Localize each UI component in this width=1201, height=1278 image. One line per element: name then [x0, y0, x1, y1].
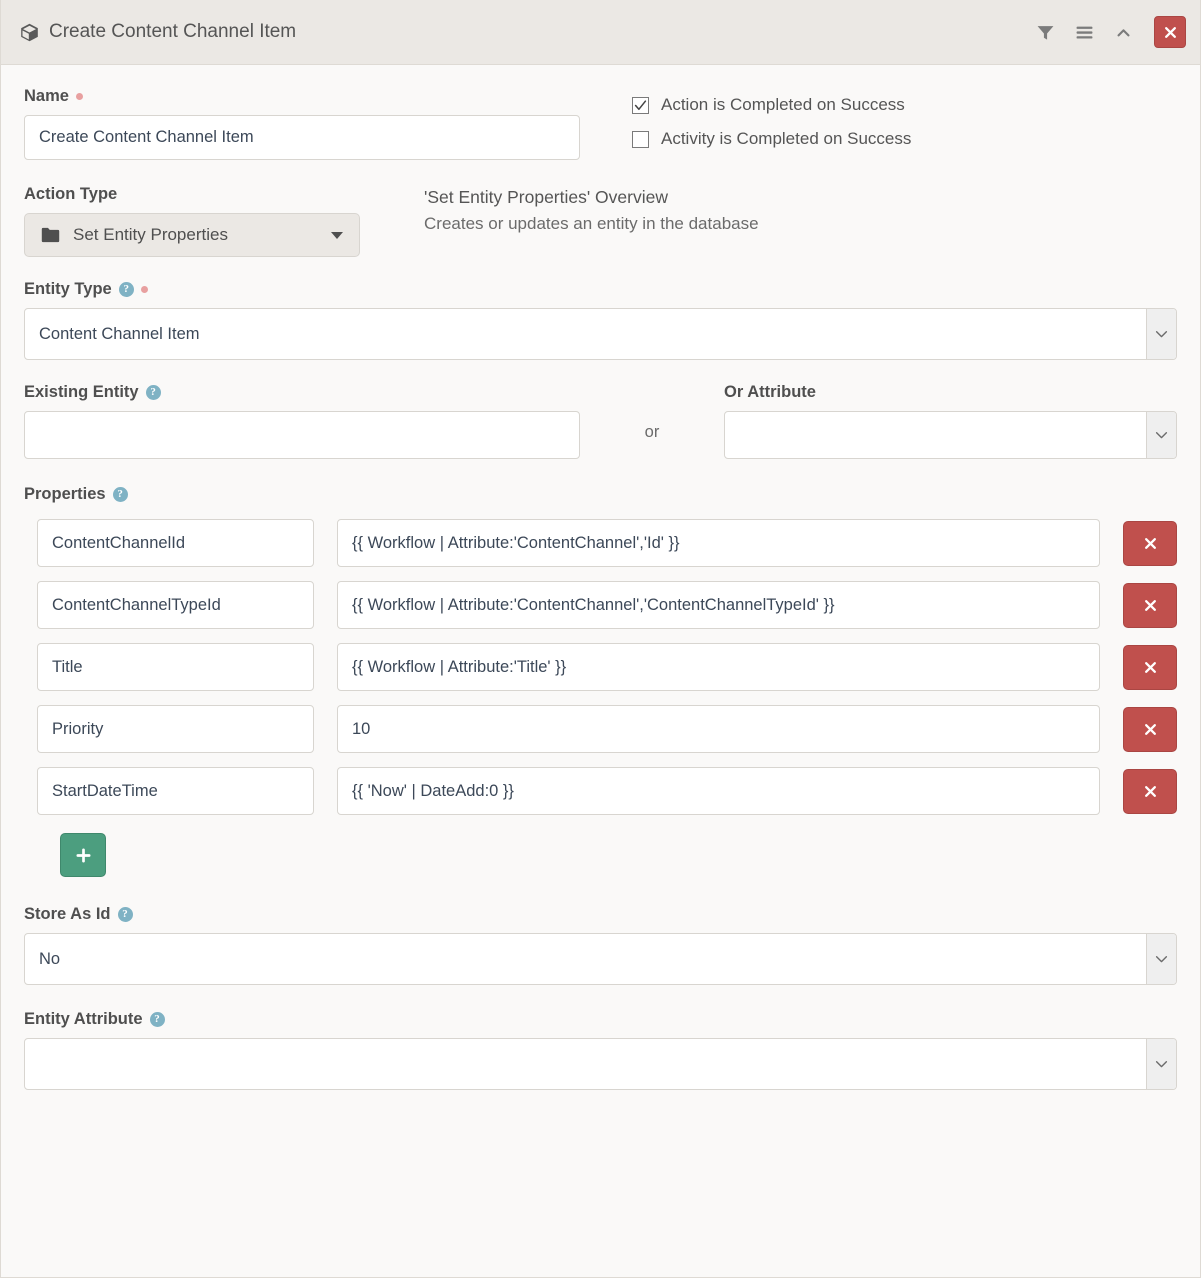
or-attribute-label: Or Attribute	[724, 383, 816, 401]
help-icon[interactable]: ?	[149, 1012, 165, 1027]
or-attribute-select-wrap	[724, 411, 1177, 459]
entity-type-select-wrap	[24, 308, 1177, 360]
property-key-cell	[37, 519, 314, 567]
add-property-button[interactable]	[60, 833, 106, 877]
or-attribute-group: Or Attribute	[724, 383, 1177, 459]
action-overview: 'Set Entity Properties' Overview Creates…	[424, 185, 759, 257]
property-value-cell	[337, 519, 1100, 567]
property-value-cell	[337, 643, 1100, 691]
property-row	[24, 705, 1177, 753]
properties-label: Properties ?	[24, 485, 1177, 504]
delete-property-button[interactable]	[1123, 706, 1177, 752]
entity-type-label: Entity Type ?	[24, 280, 1177, 299]
caret-down-icon	[331, 231, 343, 239]
property-key-cell	[37, 643, 314, 691]
entity-attribute-label: Entity Attribute ?	[24, 1010, 1177, 1029]
panel-header: Create Content Channel Item	[1, 0, 1200, 65]
help-icon[interactable]: ?	[145, 385, 161, 400]
existing-entity-label: Existing Entity ?	[24, 383, 580, 402]
option-label: Activity is Completed on Success	[661, 129, 912, 148]
required-indicator	[75, 93, 83, 100]
action-type-group: Action Type Set Entity Properties	[24, 185, 424, 257]
delete-property-button[interactable]	[1123, 520, 1177, 566]
delete-property-button[interactable]	[1123, 644, 1177, 690]
property-key-input[interactable]	[37, 705, 314, 753]
help-icon[interactable]: ?	[117, 907, 133, 922]
entity-type-group: Entity Type ?	[24, 280, 1177, 360]
cube-icon	[19, 22, 40, 43]
properties-section: Properties ?	[24, 485, 1177, 877]
property-key-input[interactable]	[37, 643, 314, 691]
existing-entity-row: Existing Entity ? or Or Attribute	[24, 383, 1177, 459]
option-label: Action is Completed on Success	[661, 95, 905, 114]
name-and-options-row: Name Action is Completed on Success	[24, 87, 1177, 163]
panel-title-text: Create Content Channel Item	[49, 21, 297, 42]
checkbox-checked-icon[interactable]	[632, 96, 649, 114]
bottom-spacer	[24, 1090, 1177, 1120]
delete-property-button[interactable]	[1123, 582, 1177, 628]
name-field-group: Name	[24, 87, 580, 163]
name-label: Name	[24, 87, 580, 106]
header-tools	[1034, 16, 1186, 48]
action-type-dropdown[interactable]: Set Entity Properties	[24, 213, 360, 257]
entity-type-select[interactable]	[24, 308, 1177, 360]
or-separator: or	[644, 422, 660, 441]
property-key-input[interactable]	[37, 767, 314, 815]
property-key-input[interactable]	[37, 519, 314, 567]
help-icon[interactable]: ?	[118, 282, 134, 297]
existing-entity-group: Existing Entity ?	[24, 383, 580, 459]
property-value-input[interactable]	[337, 705, 1100, 753]
collapse-icon[interactable]	[1112, 21, 1134, 43]
store-as-id-select-wrap	[24, 933, 1177, 985]
store-as-id-group: Store As Id ?	[24, 905, 1177, 985]
property-value-cell	[337, 581, 1100, 629]
close-button[interactable]	[1154, 16, 1186, 48]
property-value-cell	[337, 767, 1100, 815]
property-key-cell	[37, 767, 314, 815]
or-attribute-select[interactable]	[724, 411, 1177, 459]
help-icon[interactable]: ?	[112, 487, 128, 502]
overview-description: Creates or updates an entity in the data…	[424, 214, 759, 233]
store-as-id-label: Store As Id ?	[24, 905, 1177, 924]
property-value-input[interactable]	[337, 519, 1100, 567]
panel-body: Name Action is Completed on Success	[1, 65, 1200, 1120]
action-type-label: Action Type	[24, 185, 118, 203]
property-key-input[interactable]	[37, 581, 314, 629]
reorder-icon[interactable]	[1073, 21, 1095, 43]
panel-title: Create Content Channel Item	[19, 21, 296, 43]
option-action-completed[interactable]: Action is Completed on Success	[632, 95, 911, 115]
property-value-cell	[337, 705, 1100, 753]
existing-entity-input[interactable]	[24, 411, 580, 459]
entity-attribute-select-wrap	[24, 1038, 1177, 1090]
property-row	[24, 519, 1177, 567]
name-input[interactable]	[24, 115, 580, 160]
property-value-input[interactable]	[337, 643, 1100, 691]
property-row	[24, 643, 1177, 691]
action-type-row: Action Type Set Entity Properties 'Set E…	[24, 185, 1177, 257]
folder-icon	[41, 227, 60, 243]
options-group: Action is Completed on Success Activity …	[632, 87, 911, 163]
entity-attribute-select[interactable]	[24, 1038, 1177, 1090]
property-key-cell	[37, 705, 314, 753]
property-row	[24, 767, 1177, 815]
overview-title: 'Set Entity Properties' Overview	[424, 187, 668, 207]
create-content-channel-item-panel: Create Content Channel Item Name Create …	[0, 0, 1201, 1278]
required-indicator	[140, 286, 148, 293]
property-value-input[interactable]	[337, 767, 1100, 815]
property-row	[24, 581, 1177, 629]
entity-attribute-group: Entity Attribute ?	[24, 1010, 1177, 1090]
property-value-input[interactable]	[337, 581, 1100, 629]
delete-property-button[interactable]	[1123, 768, 1177, 814]
action-type-value: Set Entity Properties	[73, 225, 228, 244]
store-as-id-select[interactable]	[24, 933, 1177, 985]
filter-icon[interactable]	[1034, 21, 1056, 43]
property-key-cell	[37, 581, 314, 629]
option-activity-completed[interactable]: Activity is Completed on Success	[632, 129, 911, 149]
checkbox-unchecked-icon[interactable]	[632, 130, 649, 148]
